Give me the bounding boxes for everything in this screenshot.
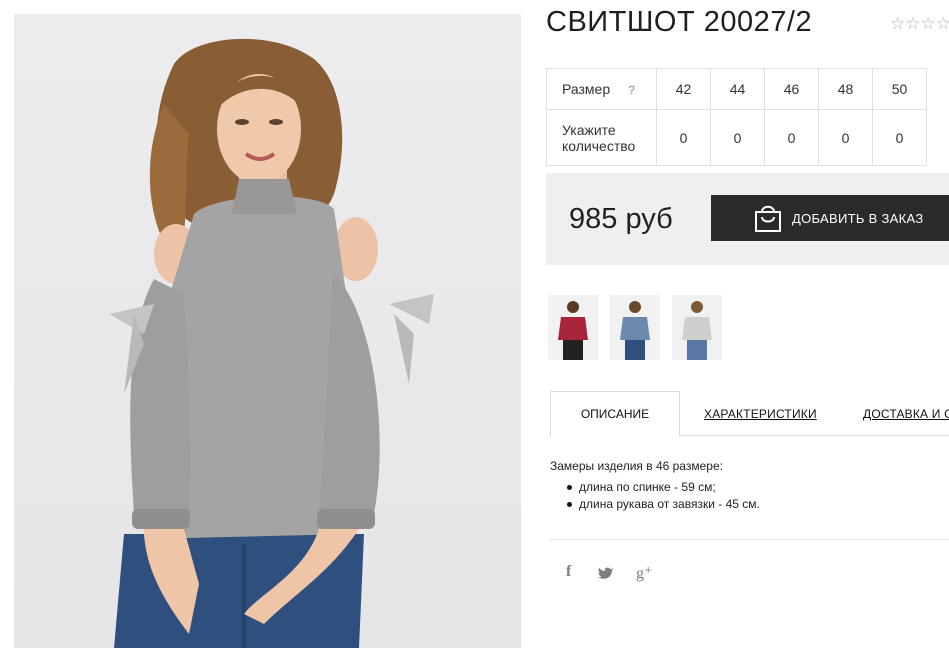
size-cell-44: 44 [710,68,765,110]
thumbnail-gray-image [682,301,712,360]
quantity-input-42[interactable]: 0 [656,109,711,166]
google-plus-icon[interactable]: g⁺ [636,563,652,583]
size-row: Размер? 42 44 46 48 50 [546,68,927,110]
size-cell-42: 42 [656,68,711,110]
tab-delivery[interactable]: ДОСТАВКА И О [863,391,949,436]
size-cell-50: 50 [872,68,927,110]
rating-stars-icon[interactable]: ☆☆☆☆ [890,14,949,34]
thumbnail-red[interactable] [548,295,598,360]
tab-characteristics[interactable]: ХАРАКТЕРИСТИКИ [704,391,817,436]
quantity-row: Укажите количество 0 0 0 0 0 [546,109,927,166]
size-cell-46: 46 [764,68,819,110]
description-item: длина по спинке - 59 см; [567,479,760,496]
product-title: СВИТШОТ 20027/2 [546,6,813,38]
tab-description[interactable]: ОПИСАНИЕ [550,391,680,437]
add-to-order-button[interactable]: ДОБАВИТЬ В ЗАКАЗ [711,195,949,241]
facebook-icon[interactable]: f [566,563,571,581]
description-item: длина рукава от завязки - 45 см. [567,496,760,513]
add-to-order-label: ДОБАВИТЬ В ЗАКАЗ [792,210,924,226]
quantity-label: Укажите количество [546,109,657,166]
thumbnail-blue-image [620,301,650,360]
size-header-label: Размер [562,81,611,97]
size-cell-48: 48 [818,68,873,110]
shopping-bag-icon [755,205,781,232]
divider [549,539,949,540]
description-list: длина по спинке - 59 см; длина рукава от… [550,479,760,513]
thumbnail-blue[interactable] [610,295,660,360]
model-photo-illustration [109,38,434,648]
size-help-icon[interactable]: ? [628,83,635,97]
thumbnail-red-image [558,301,588,360]
quantity-input-48[interactable]: 0 [818,109,873,166]
quantity-input-44[interactable]: 0 [710,109,765,166]
price-panel: 985 руб ДОБАВИТЬ В ЗАКАЗ [546,173,949,265]
size-header-cell: Размер? [546,68,657,110]
product-price: 985 руб [569,203,673,235]
product-tabs: ОПИСАНИЕ ХАРАКТЕРИСТИКИ ДОСТАВКА И О [550,391,949,437]
size-quantity-table: Размер? 42 44 46 48 50 Укажите количеств… [546,68,927,166]
product-description: Замеры изделия в 46 размере: длина по сп… [550,458,760,513]
description-intro: Замеры изделия в 46 размере: [550,459,723,473]
product-main-image[interactable] [14,14,521,648]
twitter-icon[interactable] [598,563,614,580]
quantity-input-46[interactable]: 0 [764,109,819,166]
thumbnail-gray[interactable] [672,295,722,360]
quantity-input-50[interactable]: 0 [872,109,927,166]
